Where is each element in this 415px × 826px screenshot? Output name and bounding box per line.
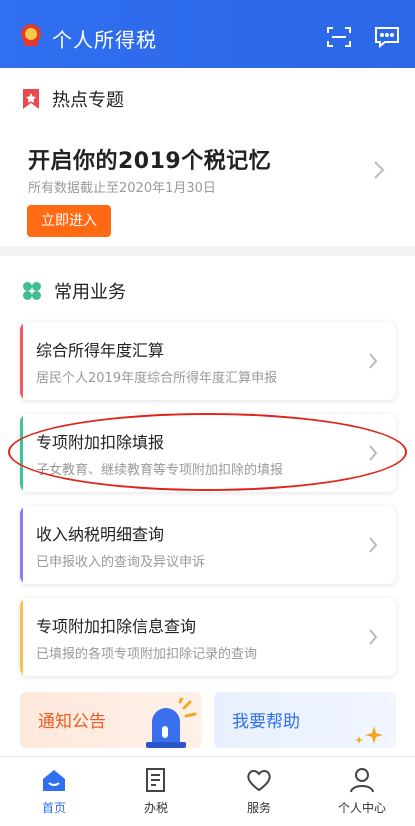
section-divider (0, 246, 415, 256)
card-accent-bar (20, 414, 23, 492)
tab-home[interactable]: 首页 (14, 763, 94, 819)
tab-label: 服务 (246, 801, 271, 815)
tab-personal-center[interactable]: 个人中心 (322, 763, 402, 819)
profile-icon (350, 768, 374, 793)
notice-label: 通知公告 (38, 712, 106, 732)
message-icon[interactable] (373, 25, 401, 49)
common-business-title: 常用业务 (54, 282, 126, 303)
hot-topics-title: 热点专题 (52, 90, 124, 111)
help-tile[interactable]: 我要帮助 (214, 692, 396, 748)
help-label: 我要帮助 (232, 712, 300, 732)
service-heart-icon (247, 770, 271, 792)
tab-label: 个人中心 (337, 801, 386, 815)
business-card-deduction-filing[interactable]: 专项附加扣除填报 子女教育、继续教育等专项附加扣除的填报 (20, 414, 396, 492)
card-subtitle: 已申报收入的查询及异议申诉 (36, 555, 206, 570)
alarm-bell-icon (146, 698, 197, 748)
promo-title[interactable]: 开启你的2019个税记忆 (28, 143, 271, 175)
card-accent-bar (20, 598, 23, 676)
chevron-right-icon[interactable] (373, 160, 385, 180)
tab-service[interactable]: 服务 (219, 763, 299, 819)
card-title: 收入纳税明细查询 (36, 525, 165, 544)
bottom-tab-bar: 首页 办税 服务 个人中心 (0, 756, 415, 826)
sparkle-icon (355, 726, 383, 744)
notice-tile[interactable]: 通知公告 (20, 692, 202, 748)
card-title: 综合所得年度汇算 (36, 341, 165, 360)
hot-topics-header: 热点专题 (22, 86, 124, 112)
card-title: 专项附加扣除填报 (36, 433, 165, 452)
tax-emblem-icon (21, 24, 41, 46)
app-header: 个人所得税 (0, 0, 415, 68)
scan-icon[interactable] (326, 25, 352, 49)
chevron-right-icon (369, 629, 378, 645)
tax-form-icon (146, 768, 165, 792)
card-subtitle: 已填报的各项专项附加扣除记录的查询 (36, 647, 258, 662)
card-title: 专项附加扣除信息查询 (36, 617, 197, 636)
card-accent-bar (20, 322, 23, 400)
business-card-annual-settlement[interactable]: 综合所得年度汇算 居民个人2019年度综合所得年度汇算申报 (20, 322, 396, 400)
tab-label: 首页 (41, 801, 66, 815)
card-subtitle: 居民个人2019年度综合所得年度汇算申报 (36, 371, 278, 386)
bookmark-icon (23, 89, 39, 109)
enter-now-button[interactable]: 立即进入 (27, 205, 111, 237)
chevron-right-icon (369, 537, 378, 553)
business-card-income-query[interactable]: 收入纳税明细查询 已申报收入的查询及异议申诉 (20, 506, 396, 584)
home-icon (43, 770, 65, 791)
business-card-deduction-query[interactable]: 专项附加扣除信息查询 已填报的各项专项附加扣除记录的查询 (20, 598, 396, 676)
tab-tax-handling[interactable]: 办税 (116, 763, 196, 819)
common-business-header: 常用业务 (22, 278, 126, 304)
clover-icon (23, 282, 41, 300)
chevron-right-icon (369, 445, 378, 461)
tab-label: 办税 (143, 801, 168, 815)
promo-subtitle: 所有数据截止至2020年1月30日 (28, 181, 216, 196)
card-subtitle: 子女教育、继续教育等专项附加扣除的填报 (36, 463, 284, 478)
app-title: 个人所得税 (52, 28, 157, 52)
chevron-right-icon (369, 353, 378, 369)
card-accent-bar (20, 506, 23, 584)
